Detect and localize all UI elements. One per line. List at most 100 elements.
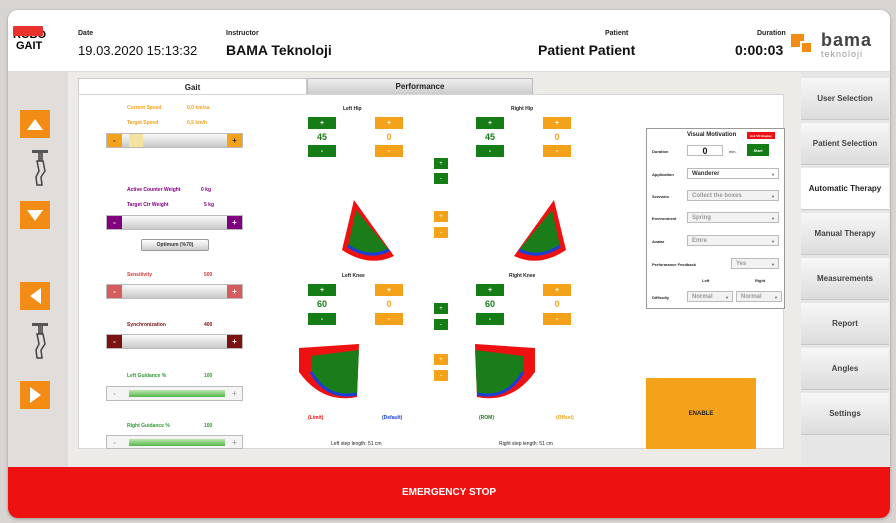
vm-application-select[interactable]: Wanderer ▼ — [687, 168, 779, 179]
legend-default: (Default) — [382, 415, 403, 421]
right-knee-green-value: 60 — [484, 299, 495, 309]
sidebar-item-patient-selection[interactable]: Patient Selection — [801, 123, 889, 165]
vm-title: Visual Motivation — [687, 132, 737, 138]
knee-green-plus-mini[interactable]: + — [434, 303, 448, 314]
sidebar-item-manual-therapy[interactable]: Manual Therapy — [801, 213, 889, 255]
left-knee-orange-value: 0 — [386, 299, 392, 309]
right-knee-title: Right Knee — [509, 273, 536, 279]
enable-button[interactable]: ENABLE — [646, 378, 756, 449]
vm-scenario-label: Scenario — [652, 194, 669, 199]
left-hip-orange-plus-button[interactable]: + — [375, 117, 403, 129]
vm-start-button[interactable]: Start — [747, 144, 769, 156]
right-guidance-fill — [129, 439, 225, 446]
target-cw-plus-button[interactable]: + — [227, 216, 242, 229]
sidebar-item-user-selection[interactable]: User Selection — [801, 78, 889, 120]
hip-orange-plus-mini[interactable]: + — [434, 211, 448, 222]
target-speed-plus-button[interactable]: + — [227, 134, 242, 147]
target-cw-slider[interactable]: - + — [106, 215, 243, 230]
emergency-stop-button[interactable]: EMERGENCY STOP — [8, 467, 890, 518]
sidebar-item-automatic-therapy[interactable]: Automatic Therapy — [801, 168, 889, 210]
vm-avatar-select[interactable]: Emre ▼ — [687, 235, 779, 246]
vm-application-value: Wanderer — [692, 170, 720, 177]
sidebar-item-settings[interactable]: Settings — [801, 393, 889, 435]
target-speed-minus-button[interactable]: - — [107, 134, 122, 147]
arrow-left-icon — [29, 288, 41, 304]
vm-feedback-select[interactable]: Yes ▼ — [731, 258, 779, 269]
target-cw-value: 5 kg — [204, 202, 215, 208]
vm-environment-select[interactable]: Spring ▼ — [687, 212, 779, 223]
left-step-length: Left step length: 51 cm — [331, 441, 382, 447]
sync-slider[interactable]: - + — [106, 334, 243, 349]
right-hip-green-minus-button[interactable]: - — [476, 145, 504, 157]
left-guidance-label: Left Guidance % — [127, 373, 167, 379]
right-guidance-plus-button[interactable]: + — [227, 436, 242, 449]
right-knee-orange-minus-button[interactable]: - — [543, 313, 571, 325]
vm-scenario-value: Collect the boxes — [692, 192, 742, 199]
left-guidance-plus-button[interactable]: + — [227, 387, 242, 400]
right-guidance-minus-button[interactable]: - — [107, 436, 122, 449]
logo-mark — [13, 26, 43, 36]
right-knee-angle-diagram — [475, 344, 535, 399]
visual-motivation-panel: Visual Motivation Ask VR display Duratio… — [646, 128, 785, 309]
bama-logo: bama teknoloji — [791, 30, 886, 62]
vm-difficulty-right-select[interactable]: Normal ▼ — [736, 291, 782, 302]
instructor-label: Instructor — [226, 30, 259, 37]
target-cw-minus-button[interactable]: - — [107, 216, 122, 229]
hip-green-minus-mini[interactable]: - — [434, 173, 448, 184]
sensitivity-slider[interactable]: - + — [106, 284, 243, 299]
left-hip-orange-minus-button[interactable]: - — [375, 145, 403, 157]
right-hip-orange-plus-button[interactable]: + — [543, 117, 571, 129]
right-sidebar: User Selection Patient Selection Automat… — [801, 72, 890, 467]
sync-plus-button[interactable]: + — [227, 335, 242, 348]
left-hip-green-plus-button[interactable]: + — [308, 117, 336, 129]
right-guidance-slider[interactable]: - + — [106, 435, 243, 449]
right-knee-orange-value: 0 — [554, 299, 560, 309]
hip-down-button[interactable] — [20, 201, 50, 229]
tab-performance[interactable]: Performance — [307, 78, 533, 95]
left-guidance-minus-button[interactable]: - — [107, 387, 122, 400]
sensitivity-minus-button[interactable]: - — [107, 285, 122, 298]
sidebar-item-measurements[interactable]: Measurements — [801, 258, 889, 300]
target-speed-slider[interactable]: - + — [106, 133, 243, 148]
knee-left-button[interactable] — [20, 282, 50, 310]
right-knee-green-plus-button[interactable]: + — [476, 284, 504, 296]
hip-orange-minus-mini[interactable]: - — [434, 227, 448, 238]
hip-up-button[interactable] — [20, 110, 50, 138]
sync-minus-button[interactable]: - — [107, 335, 122, 348]
left-guidance-fill — [129, 390, 225, 397]
target-speed-fill — [129, 134, 143, 147]
left-knee-green-plus-button[interactable]: + — [308, 284, 336, 296]
sidebar-item-angles[interactable]: Angles — [801, 348, 889, 390]
knee-orange-minus-mini[interactable]: - — [434, 370, 448, 381]
left-guidance-slider[interactable]: - + — [106, 386, 243, 401]
vr-display-button[interactable]: Ask VR display — [747, 132, 775, 139]
left-guidance-value: 100 — [204, 373, 213, 379]
left-knee-orange-plus-button[interactable]: + — [375, 284, 403, 296]
knee-green-minus-mini[interactable]: - — [434, 319, 448, 330]
vm-difficulty-left-select[interactable]: Normal ▼ — [687, 291, 733, 302]
hip-green-plus-mini[interactable]: + — [434, 158, 448, 169]
optimum-button[interactable]: Optimum (%70) — [141, 239, 209, 251]
left-knee-green-minus-button[interactable]: - — [308, 313, 336, 325]
vm-application-label: Application — [652, 172, 674, 177]
right-knee-orange-plus-button[interactable]: + — [543, 284, 571, 296]
right-hip-green-value: 45 — [484, 132, 495, 142]
duration-value: 0:00:03 — [735, 42, 784, 58]
right-hip-green-plus-button[interactable]: + — [476, 117, 504, 129]
right-step-length: Right step length: 51 cm — [499, 441, 553, 447]
knee-right-button[interactable] — [20, 381, 50, 409]
right-hip-title: Right Hip — [511, 106, 534, 112]
left-hip-title: Left Hip — [343, 106, 362, 112]
left-hip-orange-value: 0 — [386, 132, 392, 142]
right-knee-green-minus-button[interactable]: - — [476, 313, 504, 325]
sidebar-item-report[interactable]: Report — [801, 303, 889, 345]
vm-duration-input[interactable]: 0 — [687, 145, 723, 156]
right-hip-orange-minus-button[interactable]: - — [543, 145, 571, 157]
vm-scenario-select[interactable]: Collect the boxes ▼ — [687, 190, 779, 201]
knee-orange-plus-mini[interactable]: + — [434, 354, 448, 365]
sensitivity-plus-button[interactable]: + — [227, 285, 242, 298]
left-hip-green-minus-button[interactable]: - — [308, 145, 336, 157]
tab-gait[interactable]: Gait — [78, 78, 307, 95]
vm-left-col: Left — [702, 278, 710, 283]
left-knee-orange-minus-button[interactable]: - — [375, 313, 403, 325]
